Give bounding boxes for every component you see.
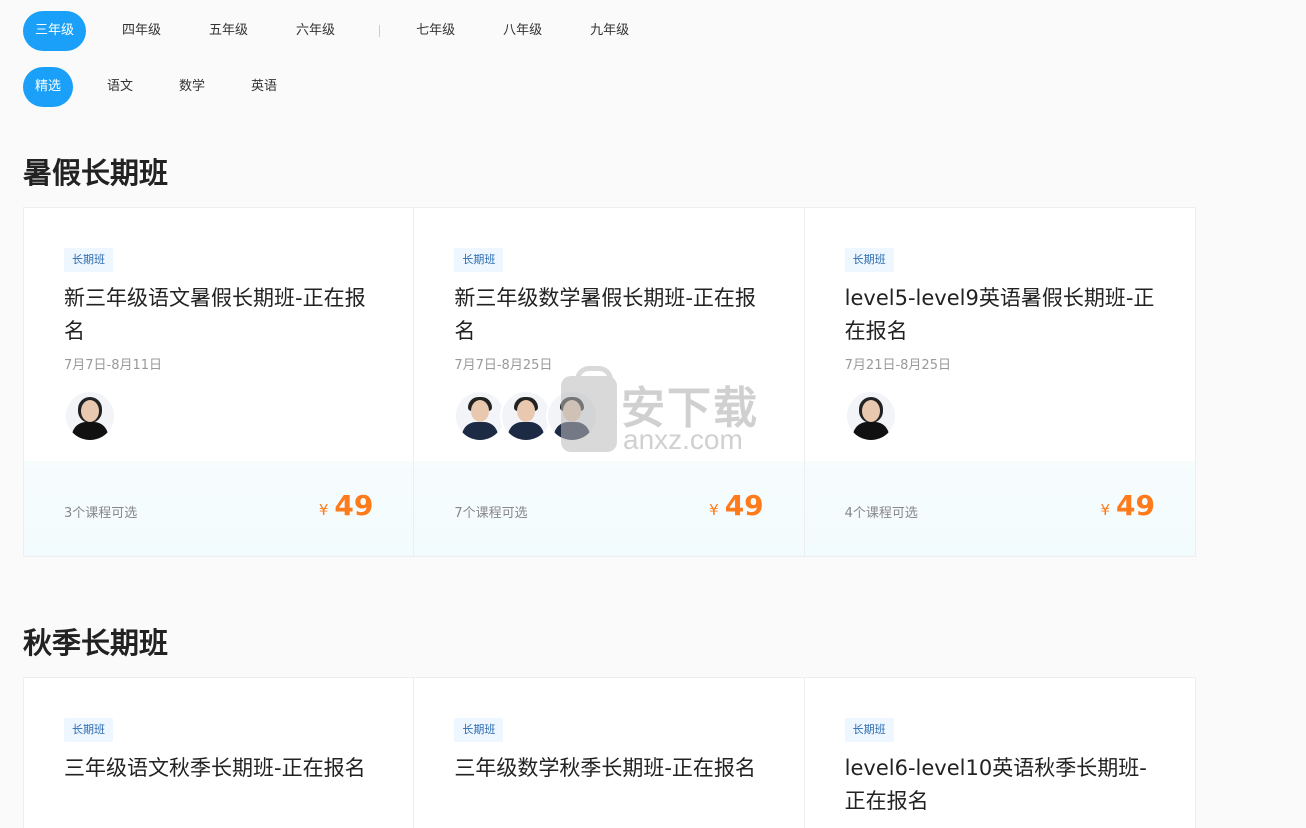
price: ¥ 49 xyxy=(1100,489,1155,522)
course-title[interactable]: 新三年级数学暑假长期班-正在报名 xyxy=(454,282,774,348)
course-title[interactable]: 三年级语文秋季长期班-正在报名 xyxy=(64,752,384,785)
currency-symbol: ¥ xyxy=(1100,501,1111,519)
grade-tab-7[interactable]: 七年级 xyxy=(404,11,467,51)
autumn-course-cards: 长期班 三年级语文秋季长期班-正在报名 长期班 三年级数学秋季长期班-正在报名 … xyxy=(23,677,1196,828)
teacher-avatars xyxy=(64,390,116,442)
teacher-avatar xyxy=(546,390,599,442)
course-title[interactable]: 三年级数学秋季长期班-正在报名 xyxy=(454,752,774,785)
course-card[interactable]: 长期班 新三年级语文暑假长期班-正在报名 7月7日-8月11日 3个课程可选 ¥… xyxy=(24,208,415,556)
course-card[interactable]: 长期班 三年级数学秋季长期班-正在报名 xyxy=(414,678,805,828)
course-card[interactable]: 长期班 level5-level9英语暑假长期班-正在报名 7月21日-8月25… xyxy=(804,208,1195,556)
subject-tab-featured[interactable]: 精选 xyxy=(23,67,74,107)
grade-tab-6[interactable]: 六年级 xyxy=(284,11,347,51)
course-date: 7月7日-8月11日 xyxy=(64,358,163,373)
course-card[interactable]: 长期班 新三年级数学暑假长期班-正在报名 7月7日-8月25日 7个课程可选 ¥… xyxy=(414,208,805,556)
card-footer: 7个课程可选 ¥ 49 xyxy=(414,461,804,556)
teacher-avatar xyxy=(844,390,897,442)
subject-tab-chinese[interactable]: 语文 xyxy=(95,67,145,107)
course-tag: 长期班 xyxy=(844,248,894,272)
price-value: 49 xyxy=(334,489,374,522)
subject-tab-english[interactable]: 英语 xyxy=(239,67,289,107)
price: ¥ 49 xyxy=(709,489,764,522)
card-footer: 4个课程可选 ¥ 49 xyxy=(804,461,1195,556)
teacher-avatar xyxy=(454,390,507,442)
grade-filter-bar: 三年级 四年级 五年级 六年级 七年级 八年级 九年级 xyxy=(23,11,665,51)
teacher-avatar xyxy=(64,390,116,442)
teacher-avatar xyxy=(500,390,553,442)
grade-tab-4[interactable]: 四年级 xyxy=(110,11,173,51)
subject-filter-bar: 精选 语文 数学 英语 xyxy=(23,67,311,107)
course-tag: 长期班 xyxy=(64,718,113,742)
course-title[interactable]: 新三年级语文暑假长期班-正在报名 xyxy=(64,282,384,348)
grade-tab-5[interactable]: 五年级 xyxy=(197,11,260,51)
currency-symbol: ¥ xyxy=(318,501,329,519)
grade-tab-8[interactable]: 八年级 xyxy=(491,11,554,51)
price-value: 49 xyxy=(1116,489,1155,522)
course-count: 4个课程可选 xyxy=(844,506,918,521)
course-count: 3个课程可选 xyxy=(64,506,138,521)
section-title-autumn: 秋季长期班 xyxy=(23,626,169,660)
summer-course-cards: 长期班 新三年级语文暑假长期班-正在报名 7月7日-8月11日 3个课程可选 ¥… xyxy=(23,207,1196,557)
subject-tab-math[interactable]: 数学 xyxy=(167,67,217,107)
course-tag: 长期班 xyxy=(64,248,113,272)
course-card[interactable]: 长期班 三年级语文秋季长期班-正在报名 xyxy=(24,678,415,828)
section-title-summer: 暑假长期班 xyxy=(23,156,169,190)
course-date: 7月21日-8月25日 xyxy=(844,358,951,373)
course-tag: 长期班 xyxy=(454,248,504,272)
course-count: 7个课程可选 xyxy=(454,506,528,521)
grade-divider xyxy=(379,25,381,37)
currency-symbol: ¥ xyxy=(709,501,719,519)
course-title[interactable]: level5-level9英语暑假长期班-正在报名 xyxy=(845,282,1165,348)
grade-tab-9[interactable]: 九年级 xyxy=(578,11,641,51)
course-card[interactable]: 长期班 level6-level10英语秋季长期班-正在报名 xyxy=(804,678,1195,828)
grade-tab-3[interactable]: 三年级 xyxy=(23,11,87,51)
card-footer: 3个课程可选 ¥ 49 xyxy=(24,461,414,556)
teacher-avatars xyxy=(454,390,599,442)
price-value: 49 xyxy=(724,489,764,522)
course-tag: 长期班 xyxy=(844,718,894,742)
course-date: 7月7日-8月25日 xyxy=(454,358,553,373)
course-tag: 长期班 xyxy=(454,718,504,742)
teacher-avatars xyxy=(844,390,897,442)
price: ¥ 49 xyxy=(319,489,374,522)
course-title[interactable]: level6-level10英语秋季长期班-正在报名 xyxy=(845,752,1165,818)
